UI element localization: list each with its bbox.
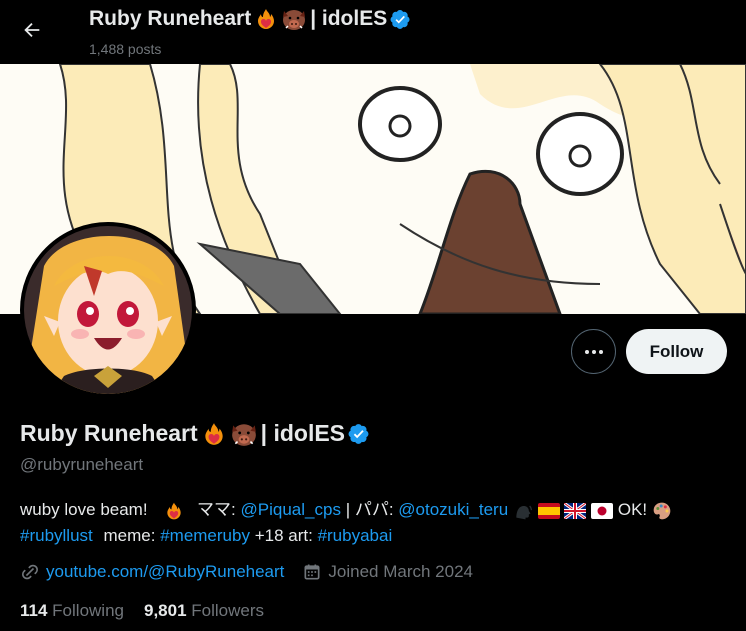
- joined-date: Joined March 2024: [328, 562, 473, 581]
- boar-icon: [283, 10, 306, 30]
- profile-handle: @rubyruneheart: [20, 455, 144, 474]
- bio-text: +18 art:: [254, 526, 313, 545]
- link-icon: [22, 564, 38, 580]
- fire-heart-icon: [204, 422, 223, 445]
- display-name-suffix: | idolES: [260, 420, 346, 446]
- header-name: Ruby Runeheart: [89, 7, 252, 30]
- fire-heart-icon: [167, 502, 181, 519]
- more-dots-icon: [584, 349, 589, 354]
- profile-avatar[interactable]: [20, 222, 196, 398]
- japan-flag-icon: [591, 502, 614, 519]
- posts-count: 1,488 posts: [89, 41, 162, 57]
- header-title: Ruby Runeheart | idolES: [89, 7, 411, 31]
- follow-button[interactable]: Follow: [626, 329, 727, 374]
- mama-mention-link[interactable]: @Piqual_cps: [241, 500, 341, 519]
- calendar-icon: [304, 564, 320, 580]
- speaking-head-icon: [516, 505, 532, 519]
- more-options-button[interactable]: [571, 329, 616, 374]
- hashtag-link[interactable]: #memeruby: [160, 526, 250, 545]
- uk-flag-icon: [564, 502, 587, 519]
- back-arrow-icon: [24, 22, 40, 38]
- joined-item: Joined March 2024: [302, 562, 473, 582]
- profile-meta: youtube.com/@RubyRuneheart Joined March …: [20, 562, 491, 582]
- more-dot: [598, 349, 603, 354]
- followers-label: Followers: [191, 601, 265, 620]
- verified-badge-icon[interactable]: [348, 423, 370, 445]
- avatar-image: [24, 226, 192, 394]
- following-stat[interactable]: 114 Following: [20, 601, 124, 621]
- bio-text: wuby love beam!: [20, 500, 148, 519]
- website-item[interactable]: youtube.com/@RubyRuneheart: [20, 562, 284, 582]
- bio-text: | パパ:: [345, 500, 394, 519]
- bio-text: meme:: [103, 526, 156, 545]
- followers-stat[interactable]: 9,801 Followers: [144, 601, 264, 621]
- profile-stats: 114 Following 9,801 Followers: [20, 601, 264, 621]
- display-name-text: Ruby Runeheart: [20, 420, 198, 446]
- more-dot: [591, 349, 596, 354]
- hashtag-link[interactable]: #rubyabai: [318, 526, 393, 545]
- verified-badge-icon: [390, 9, 410, 29]
- back-button[interactable]: [14, 12, 50, 48]
- papa-mention-link[interactable]: @otozuki_teru: [398, 500, 508, 519]
- header-name-suffix: | idolES: [310, 7, 388, 30]
- boar-icon: [231, 423, 256, 446]
- spain-flag-icon: [537, 502, 560, 519]
- artist-palette-icon: [653, 502, 671, 519]
- following-label: Following: [52, 601, 124, 620]
- profile-display-name: Ruby Runeheart | idolES: [20, 420, 370, 447]
- fire-heart-icon: [258, 9, 275, 29]
- bio-text: OK!: [617, 500, 648, 519]
- hashtag-link[interactable]: #rubyllust: [20, 526, 93, 545]
- profile-bio: wuby love beam! ママ: @Piqual_cps | パパ: @o…: [20, 497, 735, 549]
- website-link[interactable]: youtube.com/@RubyRuneheart: [46, 562, 284, 582]
- following-count: 114: [20, 601, 48, 620]
- followers-count: 9,801: [143, 601, 187, 620]
- profile-header: Ruby Runeheart | idolES 1,488 posts: [0, 0, 746, 64]
- bio-text: ママ:: [197, 500, 236, 519]
